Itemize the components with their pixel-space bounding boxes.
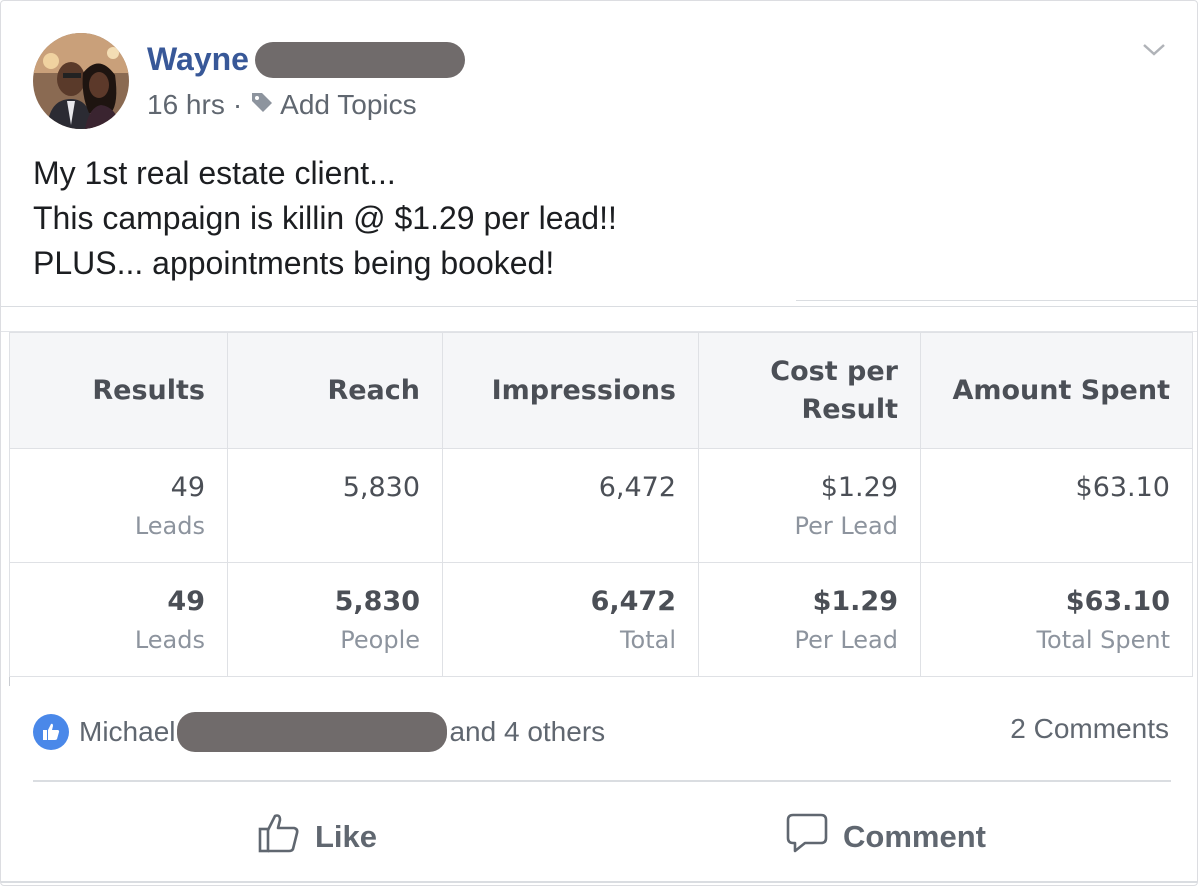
table-header-row: Results Reach Impressions Cost per Resul… [9, 332, 1193, 449]
cell-cost: $1.29 Per Lead [698, 448, 921, 563]
sub-label: Total [619, 626, 676, 654]
thumbs-up-icon[interactable] [33, 714, 69, 750]
cell-spent: $63.10 Total Spent [920, 562, 1193, 677]
reactor-redaction [177, 712, 448, 752]
post-text-line: PLUS... appointments being booked! [33, 245, 555, 281]
actions-divider [33, 780, 1171, 782]
header-cost-per-result: Cost per Result [698, 332, 921, 449]
reactions-bar: Michael and 4 others 2 Comments [33, 709, 1169, 755]
cell-impressions: 6,472 Total [442, 562, 699, 677]
comment-label: Comment [843, 819, 986, 854]
cell-results: 49 Leads [9, 448, 228, 563]
cell-cost: $1.29 Per Lead [698, 562, 921, 677]
author-avatar[interactable] [33, 33, 129, 129]
value: $63.10 [1065, 586, 1170, 617]
post-text-line: My 1st real estate client... [33, 155, 396, 191]
sub-label: Total Spent [1036, 626, 1170, 654]
header-amount-spent: Amount Spent [920, 332, 1193, 449]
card-bottom-edge [1, 881, 1197, 883]
image-edge [796, 300, 1197, 301]
reactor-name[interactable]: Michael [79, 716, 175, 748]
header-cost-line: Cost per [770, 355, 898, 387]
header-results: Results [9, 332, 228, 449]
header-impressions: Impressions [442, 332, 699, 449]
like-label: Like [315, 819, 378, 854]
image-divider [1, 306, 1197, 307]
post-time[interactable]: 16 hrs [147, 89, 225, 121]
header-cost-line: Result [801, 393, 898, 425]
value: 5,830 [342, 472, 420, 503]
header-reach: Reach [227, 332, 443, 449]
like-button[interactable]: Like [257, 811, 377, 863]
value: $1.29 [812, 586, 898, 617]
comment-button[interactable]: Comment [785, 811, 986, 863]
author-redaction [254, 41, 465, 78]
sub-label: People [340, 626, 420, 654]
author-line: Wayne [147, 41, 465, 78]
speech-bubble-icon [785, 811, 843, 863]
sub-label: Per Lead [794, 512, 898, 540]
value: 5,830 [334, 586, 420, 617]
value: $63.10 [1075, 472, 1170, 503]
post-meta: 16 hrs · Add Topics [147, 89, 417, 121]
add-topics-link[interactable]: Add Topics [280, 89, 416, 121]
cell-reach: 5,830 [227, 448, 443, 563]
meta-separator: · [232, 89, 243, 120]
value: 49 [167, 586, 205, 617]
attached-image[interactable]: Results Reach Impressions Cost per Resul… [1, 331, 1197, 686]
cell-results: 49 Leads [9, 562, 228, 677]
cell-spent: $63.10 [920, 448, 1193, 563]
cell-impressions: 6,472 [442, 448, 699, 563]
ad-results-table: Results Reach Impressions Cost per Resul… [9, 332, 1193, 677]
value: $1.29 [820, 472, 898, 503]
post-card: Wayne 16 hrs · Add Topics My 1st real es… [0, 0, 1198, 886]
post-text-line: This campaign is killin @ $1.29 per lead… [33, 200, 617, 236]
value: 6,472 [590, 586, 676, 617]
post-actions: Like Comment [1, 791, 1197, 871]
reactions-others[interactable]: and 4 others [449, 716, 605, 748]
table-row: 49 Leads 5,830 People 6,472 Total $1.29 Per … [9, 562, 1193, 677]
post-text: My 1st real estate client... This campai… [33, 151, 617, 286]
thumbs-up-outline-icon [257, 811, 315, 863]
sub-label: Leads [134, 512, 205, 540]
comments-count-link[interactable]: 2 Comments [1010, 713, 1169, 745]
table-row: 49 Leads 5,830 6,472 $1.29 Per Lead $63.10 [9, 448, 1193, 563]
post-header: Wayne 16 hrs · Add Topics [33, 33, 1165, 133]
cell-reach: 5,830 People [227, 562, 443, 677]
value: 49 [170, 472, 205, 503]
sub-label: Leads [134, 626, 205, 654]
value: 6,472 [598, 472, 676, 503]
chevron-down-icon[interactable] [1141, 41, 1167, 64]
author-name[interactable]: Wayne [147, 41, 249, 78]
sub-label: Per Lead [794, 626, 898, 654]
tag-icon [250, 89, 274, 121]
